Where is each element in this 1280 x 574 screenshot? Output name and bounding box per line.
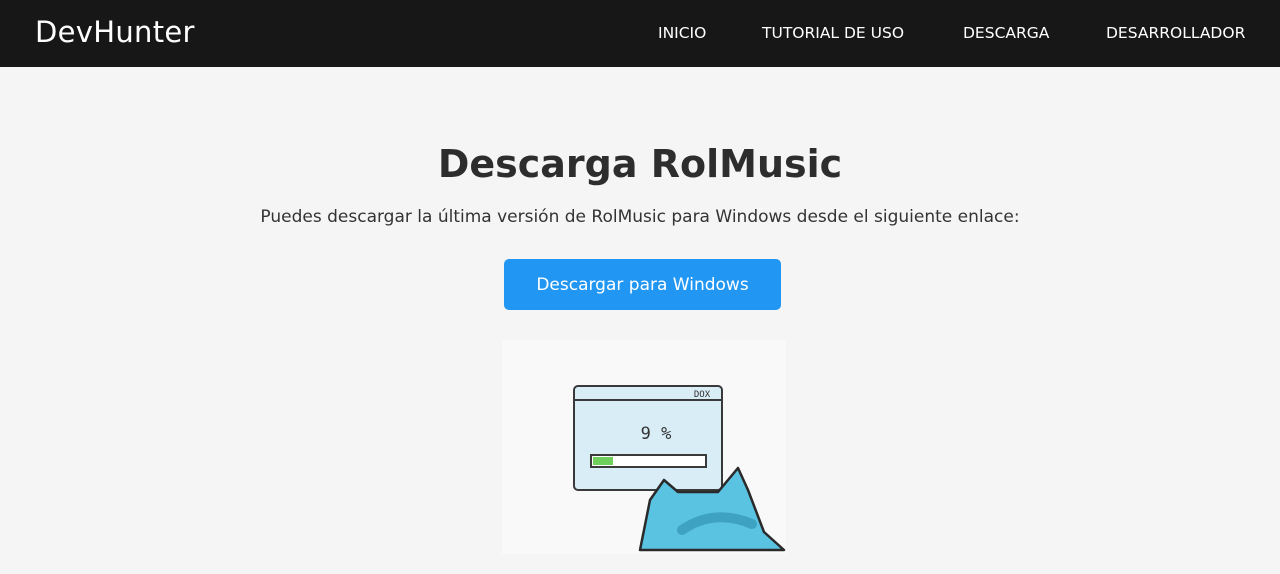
- nav-item-inicio[interactable]: INICIO: [658, 24, 706, 42]
- page-description: Puedes descargar la última versión de Ro…: [260, 207, 1020, 227]
- nav-item-desarrollador[interactable]: DESARROLLADOR: [1106, 24, 1245, 42]
- brand-logo[interactable]: DevHunter: [35, 15, 195, 49]
- download-progress-illustration: DOX 9 %: [502, 340, 786, 554]
- download-windows-button[interactable]: Descargar para Windows: [504, 259, 781, 310]
- progress-percent-text: 9 %: [641, 424, 672, 444]
- top-navbar: DevHunter INICIO TUTORIAL DE USO DESCARG…: [0, 0, 1280, 67]
- nav-item-tutorial[interactable]: TUTORIAL DE USO: [762, 24, 904, 42]
- window-tag-text: DOX: [694, 390, 711, 400]
- progress-fill: [593, 457, 613, 465]
- nav-item-descarga[interactable]: DESCARGA: [963, 24, 1049, 42]
- page-title: Descarga RolMusic: [437, 142, 843, 186]
